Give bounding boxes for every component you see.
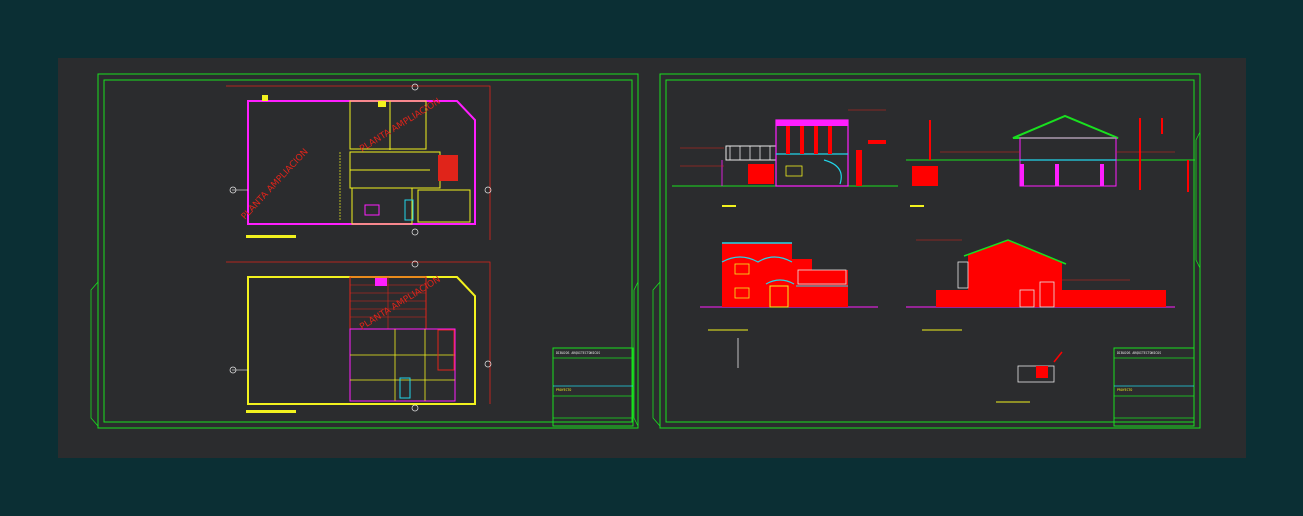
column [786, 126, 790, 154]
wall-section-fill [912, 166, 938, 186]
low-wall [1060, 290, 1166, 307]
stair [438, 155, 458, 181]
wall-section-fill [748, 164, 774, 184]
column [1020, 164, 1024, 186]
column [814, 126, 818, 154]
section-title-mark [910, 205, 924, 207]
title-block-project-label: PROYECTO [1117, 388, 1132, 392]
column [1055, 164, 1059, 186]
column-red [856, 150, 862, 186]
section-title-mark [722, 205, 736, 207]
beam-red [868, 140, 886, 144]
low-wall [936, 290, 968, 307]
title-block-project-label: PROYECTO [556, 388, 571, 392]
site-lot [1036, 366, 1048, 378]
title-block-header: DIBUJOS ARQUITECTONICOS [1117, 351, 1161, 355]
symbol [378, 101, 386, 107]
plan-title-underline [246, 235, 296, 238]
plan-title-underline [246, 410, 296, 413]
roof-slab [776, 120, 848, 126]
column [828, 126, 832, 154]
symbol [375, 278, 387, 286]
title-block-header: DIBUJOS ARQUITECTONICOS [556, 351, 600, 355]
column [800, 126, 804, 154]
cad-drawing-canvas[interactable]: PLANTA AMPLIACION PLANTA AMPLIACION PLAN… [0, 0, 1303, 516]
column [1100, 164, 1104, 186]
symbol [262, 95, 268, 101]
